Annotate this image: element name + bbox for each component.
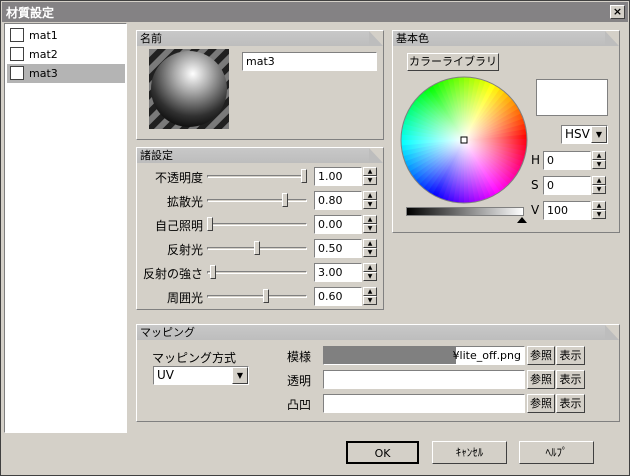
- base-color-group: 基本色 カラーライブラリ HSV ▼ H 0 ▲ ▼ S 0 ▲ ▼ V 100 ▲ ▼: [392, 30, 620, 233]
- setting-spinner[interactable]: ▲ ▼: [363, 191, 377, 210]
- setting-slider[interactable]: [207, 191, 307, 211]
- material-item-mat2[interactable]: mat2: [7, 45, 125, 64]
- setting-label: 反射光: [166, 243, 203, 257]
- h-spinner[interactable]: ▲ ▼: [592, 151, 606, 170]
- color-library-button[interactable]: カラーライブラリ: [407, 53, 499, 71]
- cancel-button[interactable]: ｷｬﾝｾﾙ: [432, 441, 507, 464]
- setting-slider[interactable]: [207, 167, 307, 187]
- color-picker-marker: [460, 136, 468, 144]
- v-field[interactable]: 100: [543, 201, 591, 220]
- slider-thumb[interactable]: [301, 169, 307, 183]
- setting-label: 拡散光: [166, 195, 203, 209]
- mapping-group: マッピング マッピング方式 UV ▼ 模様 ¥lite_off.png 参照 表示…: [136, 324, 620, 422]
- setting-value-field[interactable]: 1.00: [314, 167, 362, 186]
- bump-show-button[interactable]: 表示: [556, 394, 585, 413]
- setting-slider[interactable]: [207, 287, 307, 307]
- h-field[interactable]: 0: [543, 151, 591, 170]
- setting-spinner[interactable]: ▲ ▼: [363, 263, 377, 282]
- slider-thumb[interactable]: [263, 289, 269, 303]
- setting-spinner[interactable]: ▲ ▼: [363, 287, 377, 306]
- name-group: 名前 mat3: [136, 30, 384, 140]
- value-marker-icon[interactable]: [517, 217, 527, 223]
- slider-thumb[interactable]: [254, 241, 260, 255]
- material-preview: [149, 49, 229, 129]
- slider-thumb[interactable]: [210, 265, 216, 279]
- material-settings-window: 材質設定 × mat1 mat2 mat3 名前 mat3 諸設定 不透明度 1…: [0, 0, 630, 476]
- material-item-mat3[interactable]: mat3: [7, 64, 125, 83]
- pattern-file-field[interactable]: ¥lite_off.png: [323, 346, 525, 365]
- setting-label: 周囲光: [166, 291, 203, 305]
- setting-label: 反射の強さ: [142, 267, 203, 281]
- ok-button[interactable]: OK: [346, 441, 419, 464]
- setting-value-field[interactable]: 0.00: [314, 215, 362, 234]
- slider-track: [207, 271, 307, 274]
- alpha-browse-button[interactable]: 参照: [527, 370, 555, 389]
- group-header: 基本色: [393, 31, 619, 46]
- s-label: S: [531, 178, 539, 192]
- setting-value-field[interactable]: 0.50: [314, 239, 362, 258]
- setting-value-field[interactable]: 0.80: [314, 191, 362, 210]
- mapping-method-select[interactable]: UV ▼: [153, 366, 249, 385]
- slider-thumb[interactable]: [282, 193, 288, 207]
- slider-track: [207, 295, 307, 298]
- setting-spinner[interactable]: ▲ ▼: [363, 215, 377, 234]
- main-panel: 名前 mat3 諸設定 不透明度 1.00 ▲ ▼ 拡散光 0.80 ▲ ▼ 自己照明 0.00 ▲…: [129, 23, 627, 433]
- pattern-label: 模様: [287, 350, 312, 364]
- color-mode-value: HSV: [565, 127, 590, 141]
- bump-file-field[interactable]: [323, 394, 525, 413]
- chevron-down-icon[interactable]: ▼: [232, 367, 248, 384]
- setting-value-field[interactable]: 3.00: [314, 263, 362, 282]
- color-swatch: [536, 79, 608, 116]
- settings-group: 諸設定 不透明度 1.00 ▲ ▼ 拡散光 0.80 ▲ ▼ 自己照明 0.00 ▲ ▼ 反射光 0.50…: [136, 147, 384, 310]
- s-spinner[interactable]: ▲ ▼: [592, 176, 606, 195]
- title-bar[interactable]: 材質設定 ×: [2, 2, 628, 22]
- value-gradient-bar[interactable]: [406, 207, 524, 216]
- material-checkbox[interactable]: [10, 66, 24, 80]
- pattern-browse-button[interactable]: 参照: [527, 346, 555, 365]
- setting-spinner[interactable]: ▲ ▼: [363, 167, 377, 186]
- slider-track: [207, 223, 307, 226]
- color-mode-select[interactable]: HSV ▼: [561, 125, 608, 144]
- setting-label: 自己照明: [154, 219, 203, 233]
- s-field[interactable]: 0: [543, 176, 591, 195]
- setting-spinner[interactable]: ▲ ▼: [363, 239, 377, 258]
- material-label: mat3: [29, 67, 58, 80]
- material-list[interactable]: mat1 mat2 mat3: [4, 23, 127, 433]
- v-label: V: [531, 203, 540, 217]
- material-name-field[interactable]: mat3: [242, 52, 377, 71]
- setting-slider[interactable]: [207, 239, 307, 259]
- material-label: mat1: [29, 29, 58, 42]
- v-spinner[interactable]: ▲ ▼: [592, 201, 606, 220]
- alpha-show-button[interactable]: 表示: [556, 370, 585, 389]
- pattern-show-button[interactable]: 表示: [556, 346, 585, 365]
- close-icon: ×: [612, 5, 623, 18]
- bump-label: 凸凹: [287, 398, 312, 412]
- mapping-method-value: UV: [157, 368, 174, 382]
- slider-track: [207, 175, 307, 178]
- slider-thumb[interactable]: [207, 217, 213, 231]
- slider-track: [207, 199, 307, 202]
- group-header: マッピング: [137, 325, 619, 340]
- close-button[interactable]: ×: [610, 5, 625, 19]
- h-label: H: [531, 153, 541, 167]
- setting-slider[interactable]: [207, 215, 307, 235]
- chevron-down-icon[interactable]: ▼: [591, 126, 607, 143]
- group-header: 諸設定: [137, 148, 383, 163]
- alpha-file-field[interactable]: [323, 370, 525, 389]
- material-label: mat2: [29, 48, 58, 61]
- mapping-method-label: マッピング方式: [152, 351, 237, 365]
- window-title: 材質設定: [6, 6, 55, 20]
- bump-browse-button[interactable]: 参照: [527, 394, 555, 413]
- material-item-mat1[interactable]: mat1: [7, 26, 125, 45]
- help-button[interactable]: ﾍﾙﾌﾟ: [519, 441, 594, 464]
- material-checkbox[interactable]: [10, 47, 24, 61]
- group-header: 名前: [137, 31, 383, 46]
- setting-label: 不透明度: [154, 171, 203, 185]
- alpha-label: 透明: [287, 374, 312, 388]
- setting-slider[interactable]: [207, 263, 307, 283]
- color-wheel[interactable]: [400, 76, 528, 204]
- material-checkbox[interactable]: [10, 28, 24, 42]
- setting-value-field[interactable]: 0.60: [314, 287, 362, 306]
